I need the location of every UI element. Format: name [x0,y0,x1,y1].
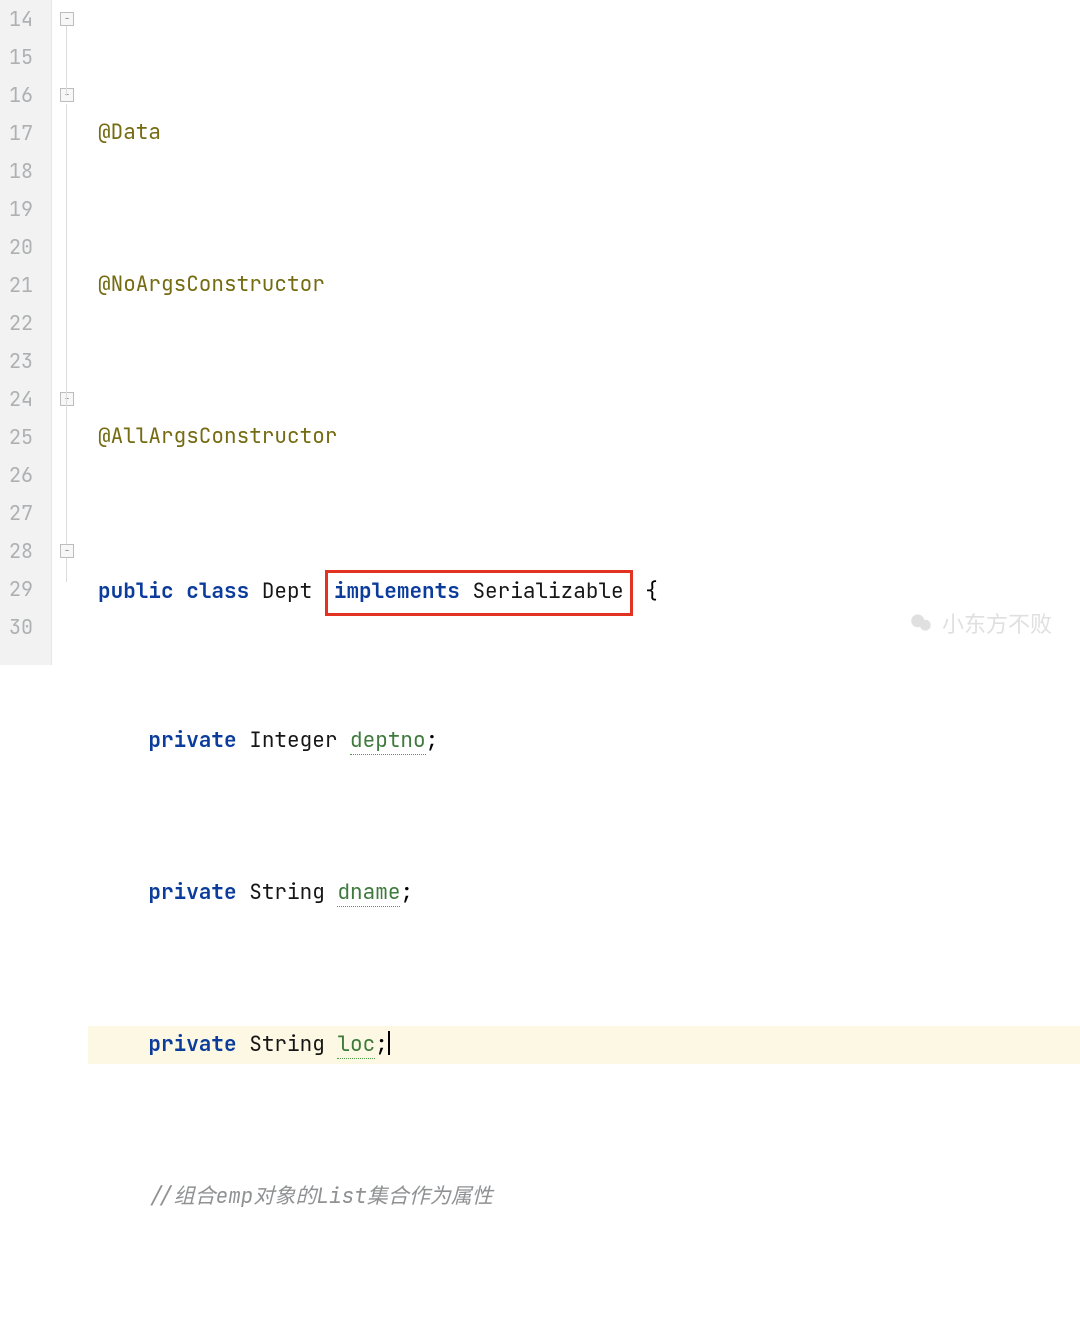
fold-gutter: − − − − [52,0,88,665]
watermark: 小东方不败 [908,607,1052,639]
keyword: public [98,578,174,605]
watermark-text: 小东方不败 [942,607,1052,639]
brace: { [645,578,658,605]
line-number: 15 [6,38,33,76]
interface-name: Serializable [472,578,623,605]
line-number: 20 [6,228,33,266]
line-number: 18 [6,152,33,190]
highlight-box: implements Serializable [325,570,633,616]
code-line[interactable]: @NoArgsConstructor [88,266,1080,304]
code-line[interactable]: public class Dept implements Serializabl… [88,570,1080,608]
line-number: 23 [6,342,33,380]
field-name: dname [337,879,400,907]
code-area[interactable]: @Data @NoArgsConstructor @AllArgsConstru… [88,0,1080,665]
fold-marker-icon[interactable]: − [60,12,74,26]
type: String [249,1031,325,1058]
keyword: private [148,1031,236,1058]
code-line[interactable]: //组合emp对象的List集合作为属性 [88,1178,1080,1216]
line-number: 19 [6,190,33,228]
type: String [249,879,325,906]
fold-marker-icon[interactable]: − [60,544,74,558]
semicolon: ; [375,1031,388,1058]
code-line[interactable]: @Data [88,114,1080,152]
line-number: 26 [6,456,33,494]
type: Integer [249,727,337,754]
annotation: @AllArgsConstructor [98,423,337,450]
line-number-gutter: 14 15 16 17 18 19 20 21 22 23 24 25 26 2… [0,0,52,665]
code-line[interactable]: private Integer deptno; [88,722,1080,760]
keyword: private [148,727,236,754]
comment: //组合emp对象的List集合作为属性 [148,1183,492,1210]
keyword: class [186,578,249,605]
line-number: 16 [6,76,33,114]
line-number: 24 [6,380,33,418]
line-number: 25 [6,418,33,456]
fold-line [66,104,67,582]
line-number: 29 [6,570,33,608]
keyword: implements [334,578,460,605]
line-number: 17 [6,114,33,152]
code-editor[interactable]: 14 15 16 17 18 19 20 21 22 23 24 25 26 2… [0,0,1080,665]
annotation: @Data [98,119,161,146]
code-line[interactable]: @AllArgsConstructor [88,418,1080,456]
code-line[interactable]: private String dname; [88,874,1080,912]
line-number: 14 [6,0,33,38]
fold-marker-icon[interactable]: − [60,392,74,406]
fold-line [66,26,67,96]
line-number: 22 [6,304,33,342]
line-number: 28 [6,532,33,570]
code-line-current[interactable]: private String loc; [88,1026,1080,1064]
semicolon: ; [426,727,439,754]
wechat-icon [908,610,934,636]
field-name: deptno [350,727,426,755]
semicolon: ; [400,879,413,906]
line-number: 30 [6,608,33,646]
field-name: loc [337,1031,375,1059]
line-number: 21 [6,266,33,304]
line-number: 27 [6,494,33,532]
fold-marker-icon[interactable]: − [60,88,74,102]
text-caret [388,1031,390,1055]
annotation: @NoArgsConstructor [98,271,325,298]
keyword: private [148,879,236,906]
class-name: Dept [262,578,312,605]
